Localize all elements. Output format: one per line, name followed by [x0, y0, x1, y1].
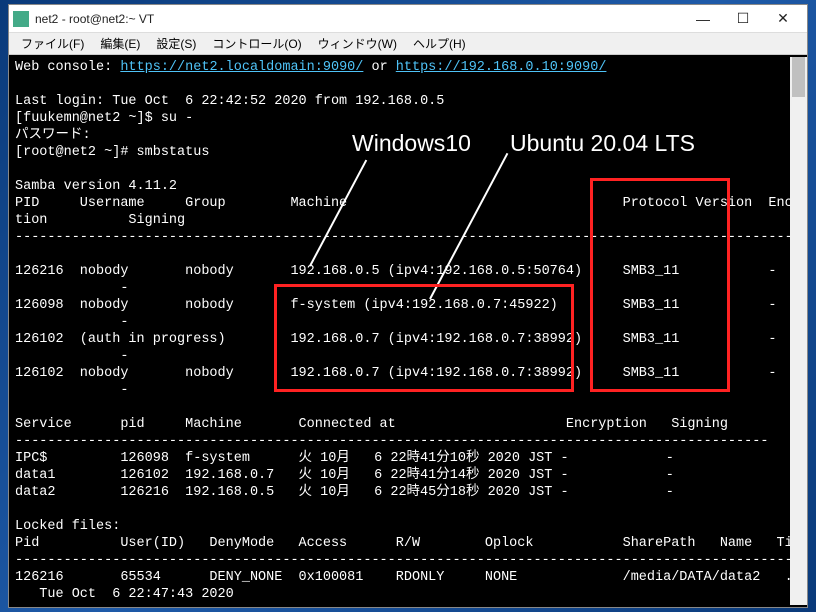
menu-window[interactable]: ウィンドウ(W): [310, 33, 405, 54]
terminal-output[interactable]: Web console: https://net2.localdomain:90…: [9, 55, 807, 607]
locked-row: 126216 65534 DENY_NONE 0x100081 RDONLY N…: [15, 570, 793, 585]
session-header: PID Username Group Machine Protocol Vers…: [15, 196, 807, 211]
vertical-scrollbar[interactable]: [790, 57, 807, 605]
menu-help[interactable]: ヘルプ(H): [405, 33, 474, 54]
app-icon: [13, 11, 29, 27]
menubar: ファイル(F) 編集(E) 設定(S) コントロール(O) ウィンドウ(W) ヘ…: [9, 33, 807, 55]
webconsole-link-1[interactable]: https://net2.localdomain:9090/: [120, 60, 363, 75]
service-header: Service pid Machine Connected at Encrypt…: [15, 417, 728, 432]
separator: ----------------------------------------…: [15, 553, 807, 568]
service-row: data1 126102 192.168.0.7 火 10月 6 22時41分1…: [15, 468, 674, 483]
menu-file[interactable]: ファイル(F): [13, 33, 92, 54]
prompt-su: [fuukemn@net2 ~]$ su -: [15, 111, 193, 126]
session-row: 126102 (auth in progress) 192.168.0.7 (i…: [15, 332, 777, 347]
menu-edit[interactable]: 編集(E): [92, 33, 148, 54]
password-prompt: パスワード:: [15, 128, 91, 143]
terminal-window: net2 - root@net2:~ VT — ☐ ✕ ファイル(F) 編集(E…: [8, 4, 808, 608]
close-button[interactable]: ✕: [763, 5, 803, 33]
locked-files-label: Locked files:: [15, 519, 120, 534]
scrollbar-thumb[interactable]: [792, 57, 805, 97]
locked-header: Pid User(ID) DenyMode Access R/W Oplock …: [15, 536, 807, 551]
prompt-smbstatus: [root@net2 ~]# smbstatus: [15, 145, 209, 160]
samba-version: Samba version 4.11.2: [15, 179, 177, 194]
service-row: IPC$ 126098 f-system 火 10月 6 22時41分10秒 2…: [15, 451, 674, 466]
session-row: 126102 nobody nobody 192.168.0.7 (ipv4:1…: [15, 366, 777, 381]
last-login: Last login: Tue Oct 6 22:42:52 2020 from…: [15, 94, 444, 109]
session-row: 126216 nobody nobody 192.168.0.5 (ipv4:1…: [15, 264, 777, 279]
minimize-button[interactable]: —: [683, 5, 723, 33]
service-row: data2 126216 192.168.0.5 火 10月 6 22時45分1…: [15, 485, 674, 500]
separator: ----------------------------------------…: [15, 434, 768, 449]
window-title: net2 - root@net2:~ VT: [35, 12, 683, 26]
menu-control[interactable]: コントロール(O): [204, 33, 309, 54]
session-row: 126098 nobody nobody f-system (ipv4:192.…: [15, 298, 777, 313]
separator: ----------------------------------------…: [15, 230, 807, 245]
maximize-button[interactable]: ☐: [723, 5, 763, 33]
webconsole-label: Web console:: [15, 60, 120, 75]
webconsole-link-2[interactable]: https://192.168.0.10:9090/: [396, 60, 607, 75]
menu-settings[interactable]: 設定(S): [148, 33, 204, 54]
titlebar[interactable]: net2 - root@net2:~ VT — ☐ ✕: [9, 5, 807, 33]
